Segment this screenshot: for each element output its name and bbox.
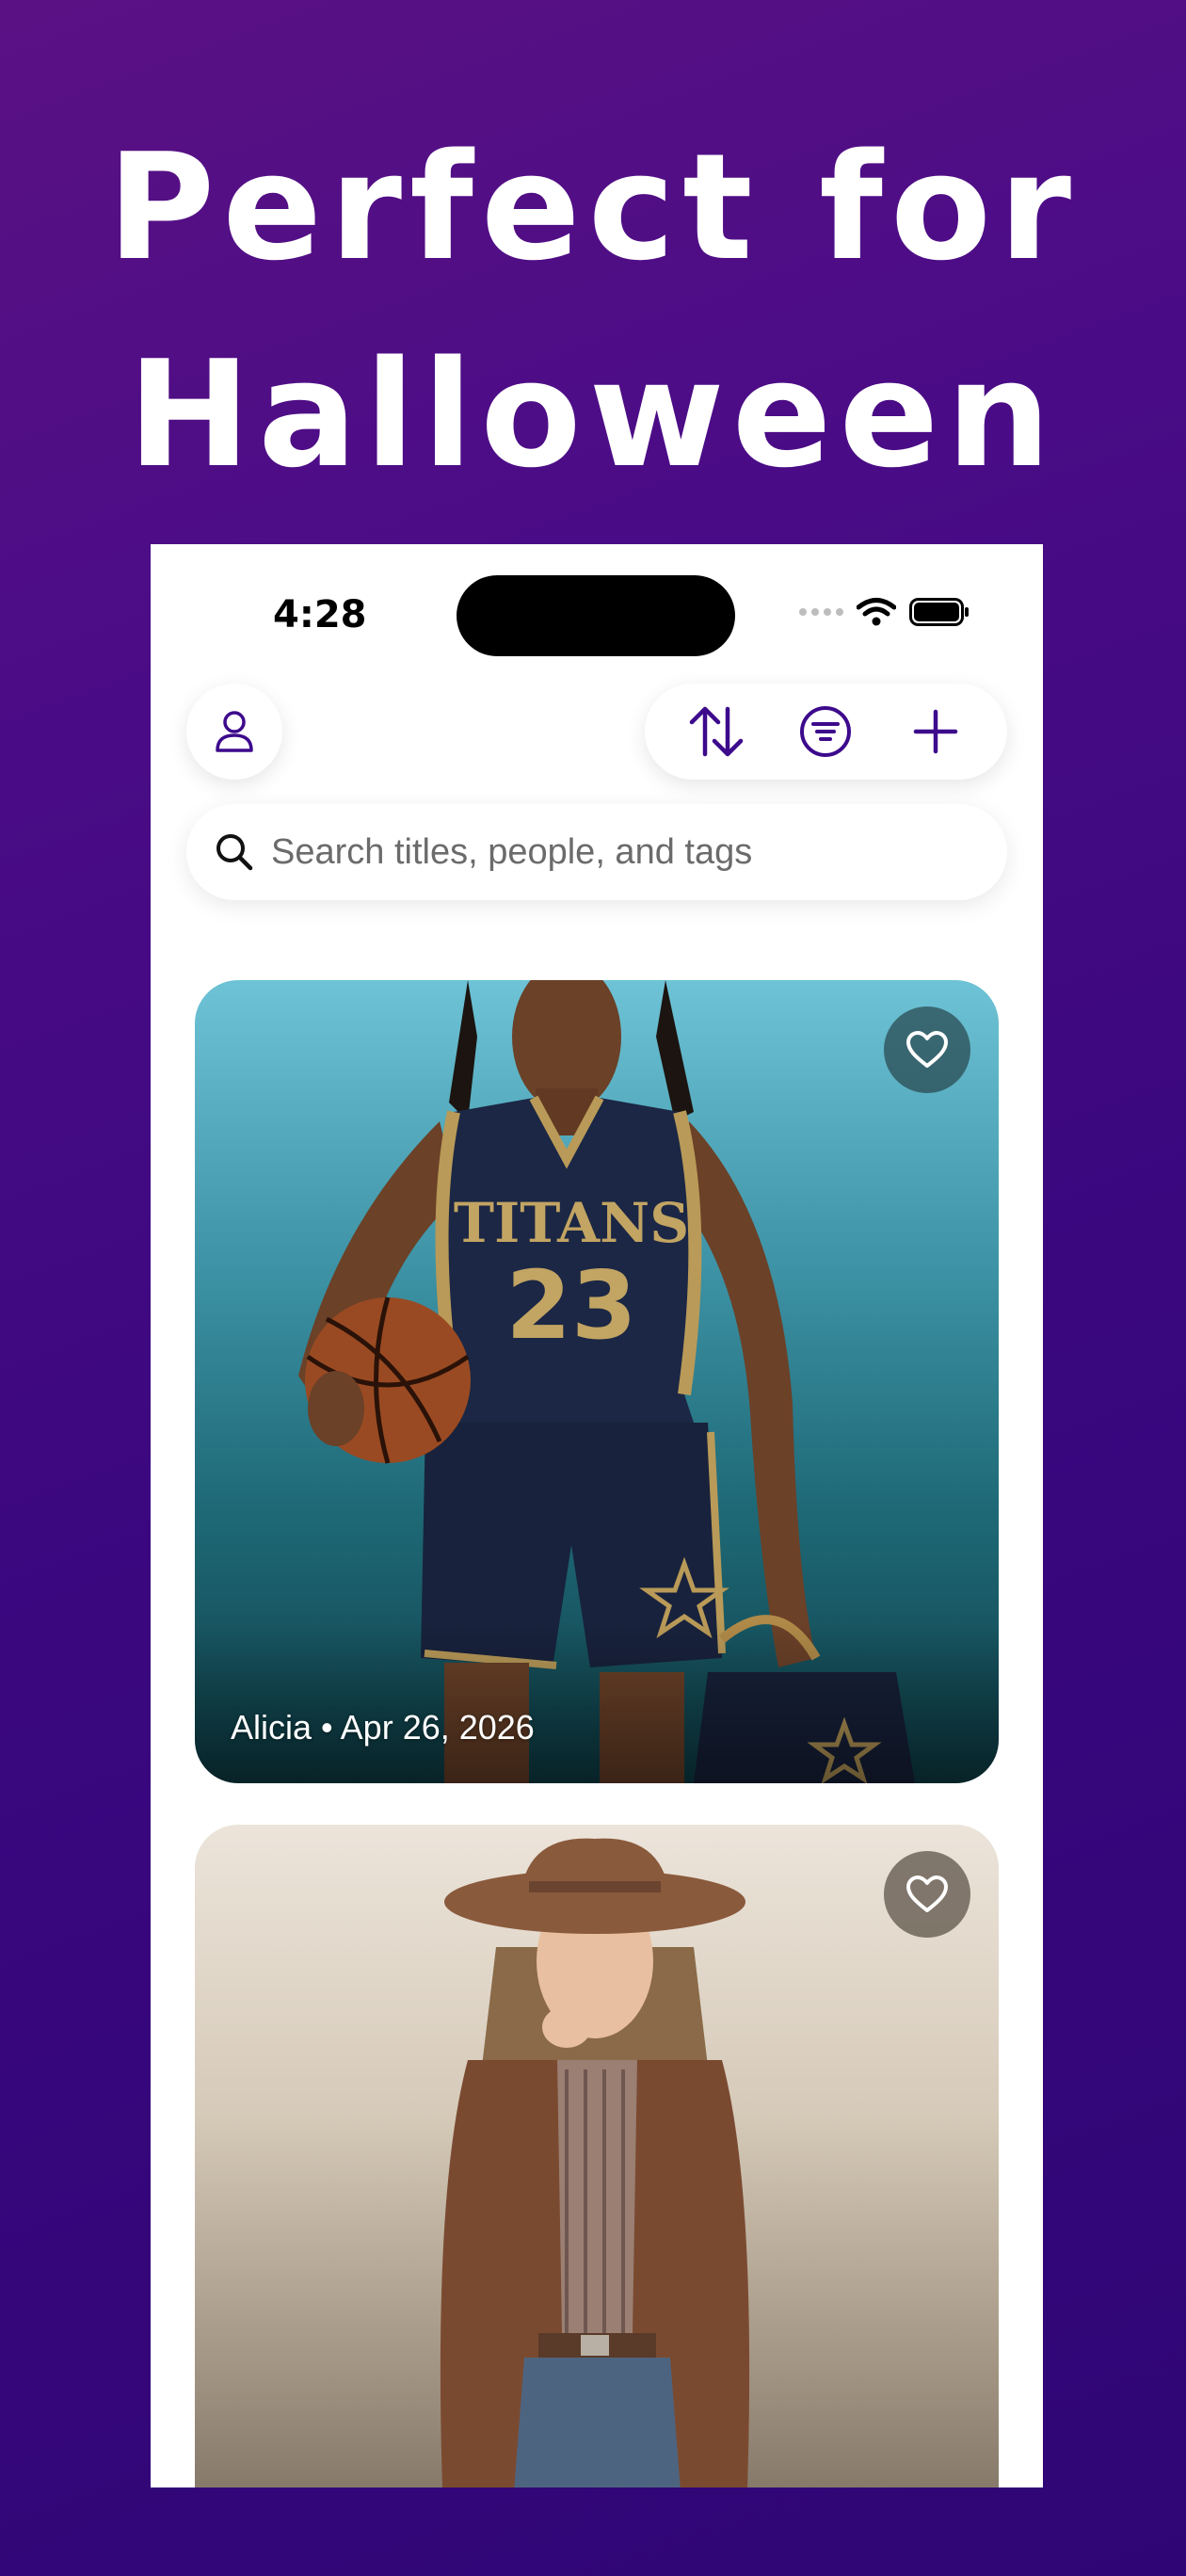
heart-icon — [906, 1031, 948, 1068]
phone-screen: 4:28 Search titles, people, and tags TIT… — [151, 544, 1043, 2487]
cowgirl-photo — [440, 1838, 750, 2487]
favorite-button[interactable] — [884, 1006, 970, 1093]
sort-button[interactable] — [681, 696, 752, 767]
status-time: 4:28 — [273, 593, 367, 636]
person-icon — [216, 711, 253, 752]
search-icon — [216, 834, 253, 871]
jersey-team-text: TITANS — [454, 1191, 689, 1255]
profile-button[interactable] — [186, 684, 282, 780]
headline-line-2: Halloween — [127, 329, 1059, 500]
card-caption: Alicia • Apr 26, 2026 — [231, 1708, 535, 1747]
favorite-button[interactable] — [884, 1851, 970, 1938]
card-date: Apr 26, 2026 — [340, 1708, 535, 1747]
cellular-signal-icon — [799, 608, 843, 616]
filter-button[interactable] — [790, 696, 861, 767]
search-bar[interactable]: Search titles, people, and tags — [186, 804, 1007, 900]
status-icons — [799, 597, 970, 627]
sort-arrows-icon — [689, 706, 744, 757]
battery-icon — [909, 598, 969, 626]
promo-headline: Perfect for Halloween — [0, 104, 1186, 518]
basketball-player-photo: TITANS 23 — [195, 980, 999, 1783]
search-placeholder: Search titles, people, and tags — [271, 831, 753, 872]
wifi-icon — [857, 598, 896, 626]
card-person-name: Alicia — [231, 1708, 313, 1747]
toolbar-actions — [645, 684, 1007, 780]
heart-icon — [906, 1876, 948, 1912]
jersey-number-text: 23 — [505, 1250, 636, 1360]
photo-card-alicia[interactable]: TITANS 23 Alicia • Apr 26, 2026 — [195, 980, 999, 1783]
photo-card-cowgirl[interactable] — [195, 1825, 999, 2487]
caption-separator: • — [321, 1708, 333, 1747]
dynamic-island — [457, 575, 735, 656]
plus-icon — [913, 709, 958, 754]
add-button[interactable] — [900, 696, 971, 767]
filter-circle-icon — [800, 706, 852, 757]
headline-line-1: Perfect for — [106, 121, 1080, 293]
